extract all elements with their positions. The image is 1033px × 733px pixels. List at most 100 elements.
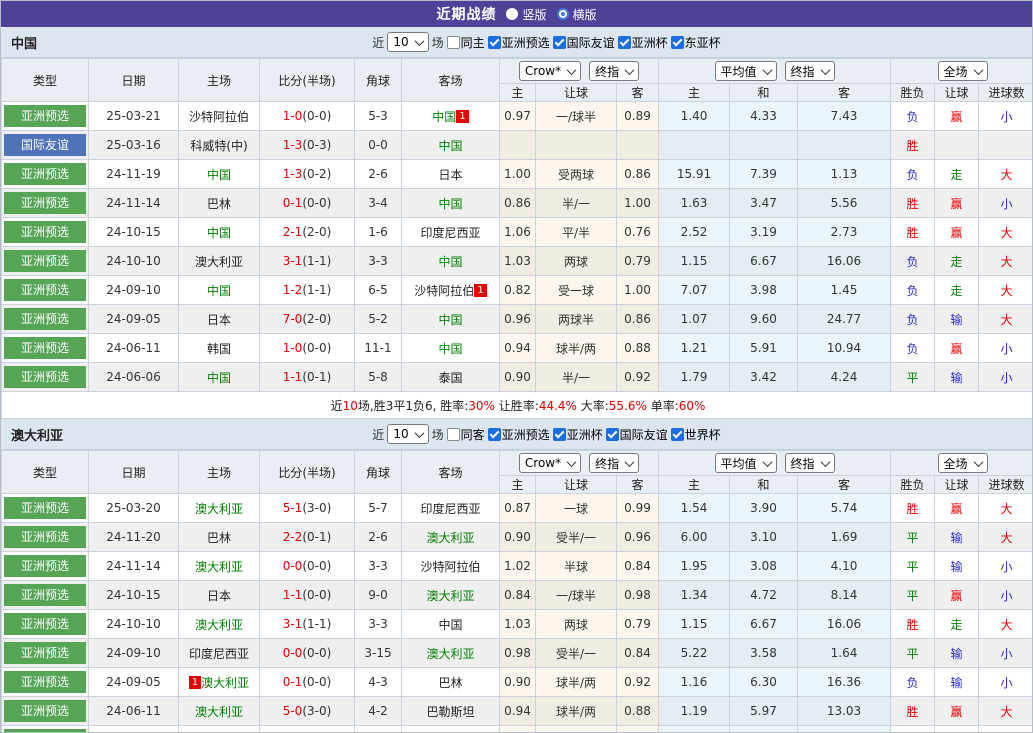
- average-select[interactable]: 平均值: [714, 453, 777, 473]
- same-home-filter[interactable]: 同主: [446, 34, 485, 51]
- avg-odds-cell: 1.63: [658, 188, 731, 218]
- winloss-result-cell: 平: [890, 638, 936, 668]
- league-filter-2[interactable]: 国际友谊: [605, 426, 668, 443]
- same-away-filter[interactable]: 同客: [446, 426, 485, 443]
- league-checkbox-1[interactable]: [552, 427, 566, 441]
- layout-option-vertical[interactable]: 竖版: [506, 6, 547, 23]
- away-team-name: 沙特阿拉伯: [420, 559, 481, 574]
- league-filter-3[interactable]: 世界杯: [670, 426, 721, 443]
- fulltime-score: 1-2: [282, 283, 303, 297]
- league-checkbox-0[interactable]: [487, 427, 501, 441]
- league-checkbox-3[interactable]: [670, 35, 684, 49]
- radio-vertical-icon[interactable]: [506, 8, 519, 20]
- odds-stage-select[interactable]: 终指: [589, 453, 640, 473]
- away-team-name: 印度尼西亚: [420, 225, 481, 240]
- winloss-result-cell: 负: [890, 275, 936, 305]
- scope-select[interactable]: 全场: [937, 61, 988, 81]
- handicap-odds-cell: [535, 130, 617, 160]
- team-name: 澳大利亚: [11, 428, 64, 444]
- halftime-score: (3-0): [302, 704, 332, 718]
- subheader-full_group-2: 进球数: [978, 475, 1032, 494]
- avg-odds-cell: 1.07: [658, 304, 731, 334]
- handicap-odds-cell: 0.99: [615, 493, 660, 523]
- goals-result-cell: 小: [978, 638, 1032, 668]
- header-1: 日期: [88, 58, 179, 102]
- odds-stage-select[interactable]: 终指: [589, 61, 640, 81]
- halftime-score: (1-1): [302, 617, 332, 631]
- same-filter-label: 同主: [460, 35, 485, 50]
- away-team-cell: 印度尼西亚: [401, 493, 500, 523]
- avg-odds-cell: 1.19: [658, 696, 731, 726]
- league-cell: 亚洲预选: [1, 580, 89, 610]
- fulltime-score: 3-1: [282, 254, 303, 268]
- header-3: 比分(半场): [259, 450, 355, 494]
- radio-horizontal-icon[interactable]: [556, 8, 569, 20]
- summary-segment: 30%: [468, 398, 495, 413]
- header-0: 类型: [1, 58, 89, 102]
- league-cell: 亚洲预选: [1, 638, 89, 668]
- handicap-odds-cell: 1.00: [615, 188, 660, 218]
- league-checkbox-2[interactable]: [605, 427, 619, 441]
- league-filter-3[interactable]: 东亚杯: [670, 34, 721, 51]
- scope-select[interactable]: 全场: [937, 453, 988, 473]
- goals-result-cell: 大: [978, 275, 1032, 305]
- league-filter-0[interactable]: 亚洲预选: [487, 426, 550, 443]
- handicap-odds-cell: 1.02: [499, 551, 536, 581]
- handicap-result-cell: 赢: [934, 217, 980, 247]
- home-team-cell: 中国: [178, 217, 260, 247]
- match-row: 亚洲预选 25-03-21 沙特阿拉伯 1-0(0-0) 5-3 中国 1 0.97 一/球半 0…: [1, 101, 1032, 131]
- avg-stage-select[interactable]: 终指: [784, 61, 835, 81]
- bookmaker-select[interactable]: Crow*: [518, 61, 582, 81]
- score-cell: 1-3(0-2): [259, 159, 355, 189]
- league-label: 亚洲预选: [4, 337, 86, 359]
- corner-cell: 5-8: [354, 362, 402, 392]
- match-row: 亚洲预选 24-10-15 日本 1-1(0-0) 9-0 澳大利亚 0.84 一/球半 0.9…: [1, 580, 1032, 610]
- avg-odds-cell: 7.43: [797, 101, 892, 131]
- average-select[interactable]: 平均值: [714, 61, 777, 81]
- match-row: 亚洲预选 24-11-19 中国 1-3(0-2) 2-6 日本 1.00 受两球 0.86 15…: [1, 159, 1032, 189]
- away-team-cell: 中国: [401, 188, 500, 218]
- match-count-select[interactable]: 10: [387, 32, 429, 52]
- same-home-checkbox[interactable]: [446, 35, 460, 49]
- halftime-score: (0-0): [302, 196, 332, 210]
- goals-result-cell: 大: [978, 217, 1032, 247]
- league-filter-1[interactable]: 亚洲杯: [552, 426, 603, 443]
- avg-odds-cell: 1.69: [797, 522, 892, 552]
- league-filter-0[interactable]: 亚洲预选: [487, 34, 550, 51]
- avg-odds-cell: 5.97: [729, 696, 799, 726]
- league-filter-1[interactable]: 国际友谊: [552, 34, 615, 51]
- avg-odds-cell: 6.67: [729, 609, 799, 639]
- avg-odds-cell: 16.06: [797, 246, 892, 276]
- away-team-cell: 澳大利亚: [401, 638, 500, 668]
- avg-odds-cell: 1.54: [658, 493, 731, 523]
- layout-option-horizontal[interactable]: 横版: [556, 6, 597, 23]
- match-count-select[interactable]: 10: [387, 424, 429, 444]
- bookmaker-select[interactable]: Crow*: [518, 453, 582, 473]
- league-checkbox-0[interactable]: [487, 35, 501, 49]
- handicap-result-cell: 走: [934, 609, 980, 639]
- handicap-odds-cell: 0.89: [615, 101, 660, 131]
- match-row: 亚洲预选 24-06-11 韩国 1-0(0-0) 11-1 中国 0.94 球半/两 0.88…: [1, 333, 1032, 363]
- corner-cell: 6-5: [354, 275, 402, 305]
- avg-odds-cell: 46.67: [658, 725, 731, 732]
- match-row: 国际友谊 25-03-16 科威特(中) 1-3(0-3) 0-0 中国胜: [1, 130, 1032, 160]
- league-checkbox-2[interactable]: [617, 35, 631, 49]
- chevron-down-icon: [566, 456, 577, 467]
- league-checkbox-3[interactable]: [670, 427, 684, 441]
- handicap-odds-cell: 0.96: [499, 304, 536, 334]
- home-team-name: 中国: [206, 370, 231, 385]
- corner-cell: 4-3: [354, 667, 402, 697]
- league-cell: 亚洲预选: [1, 304, 89, 334]
- winloss-result-cell: 胜: [890, 609, 936, 639]
- winloss-result-cell: 负: [890, 304, 936, 334]
- away-team-name: 澳大利亚: [426, 530, 475, 545]
- games-label: 场: [431, 35, 444, 50]
- winloss-result-cell: 胜: [890, 130, 936, 160]
- league-label: 亚洲预选: [4, 526, 86, 548]
- halftime-score: (0-0): [302, 646, 332, 660]
- league-checkbox-1[interactable]: [552, 35, 566, 49]
- same-away-checkbox[interactable]: [446, 427, 460, 441]
- avg-stage-select[interactable]: 终指: [784, 453, 835, 473]
- league-filter-2[interactable]: 亚洲杯: [617, 34, 668, 51]
- goals-result-cell: 大: [978, 159, 1032, 189]
